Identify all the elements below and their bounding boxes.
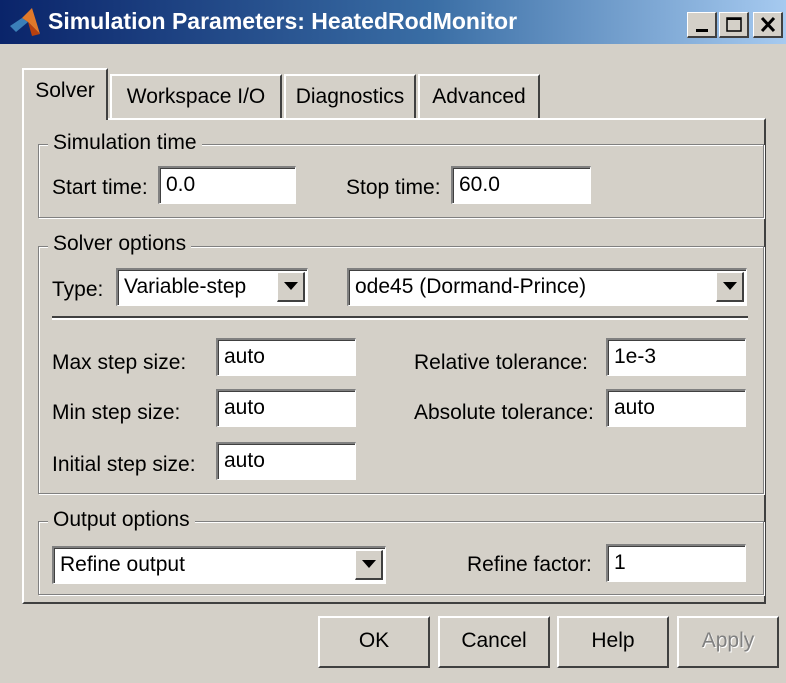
simulation-time-legend: Simulation time (48, 131, 202, 155)
ok-button[interactable]: OK (318, 616, 430, 668)
chevron-down-icon (723, 282, 737, 290)
relative-tolerance-label: Relative tolerance: (414, 351, 588, 374)
initial-step-size-field[interactable]: auto (216, 442, 356, 480)
solver-options-divider (52, 316, 748, 320)
min-step-size-field[interactable]: auto (216, 389, 356, 427)
matlab-icon (10, 8, 40, 36)
refine-factor-label: Refine factor: (467, 553, 592, 576)
maximize-icon (726, 17, 742, 32)
window-title: Simulation Parameters: HeatedRodMonitor (48, 8, 518, 34)
solver-type-dropdown-button[interactable] (277, 272, 305, 302)
absolute-tolerance-label: Absolute tolerance: (414, 401, 594, 424)
solver-type-select[interactable]: Variable-step (116, 268, 308, 306)
help-button[interactable]: Help (557, 616, 669, 668)
start-time-label: Start time: (52, 176, 148, 199)
refine-factor-field[interactable]: 1 (606, 544, 746, 582)
initial-step-size-label: Initial step size: (52, 453, 196, 476)
start-time-field[interactable]: 0.0 (158, 166, 296, 204)
minimize-button[interactable] (687, 12, 717, 38)
chevron-down-icon (362, 560, 376, 568)
stop-time-field[interactable]: 60.0 (451, 166, 591, 204)
max-step-size-field[interactable]: auto (216, 338, 356, 376)
tab-solver[interactable]: Solver (22, 68, 108, 120)
solver-select[interactable]: ode45 (Dormand-Prince) (347, 268, 747, 306)
absolute-tolerance-field[interactable]: auto (606, 389, 746, 427)
stop-time-label: Stop time: (346, 176, 441, 199)
minimize-icon (696, 29, 708, 32)
output-mode-select[interactable]: Refine output (52, 546, 386, 584)
output-options-legend: Output options (48, 508, 195, 532)
chevron-down-icon (284, 282, 298, 290)
cancel-button[interactable]: Cancel (438, 616, 550, 668)
solver-options-legend: Solver options (48, 232, 192, 256)
apply-button[interactable]: Apply (677, 616, 779, 668)
title-bar[interactable]: Simulation Parameters: HeatedRodMonitor (0, 0, 786, 44)
tab-advanced[interactable]: Advanced (418, 74, 540, 120)
solver-type-value: Variable-step (124, 275, 247, 298)
tab-diagnostics[interactable]: Diagnostics (284, 74, 416, 120)
tab-workspace-io[interactable]: Workspace I/O (110, 74, 282, 120)
max-step-size-label: Max step size: (52, 351, 187, 374)
relative-tolerance-field[interactable]: 1e-3 (606, 338, 746, 376)
solver-value: ode45 (Dormand-Prince) (355, 275, 587, 298)
output-mode-value: Refine output (60, 553, 185, 576)
close-icon (760, 16, 776, 33)
close-button[interactable] (753, 12, 783, 38)
output-mode-dropdown-button[interactable] (355, 550, 383, 580)
solver-dropdown-button[interactable] (716, 272, 744, 302)
type-label: Type: (52, 278, 104, 301)
min-step-size-label: Min step size: (52, 401, 181, 424)
maximize-button[interactable] (719, 12, 749, 38)
